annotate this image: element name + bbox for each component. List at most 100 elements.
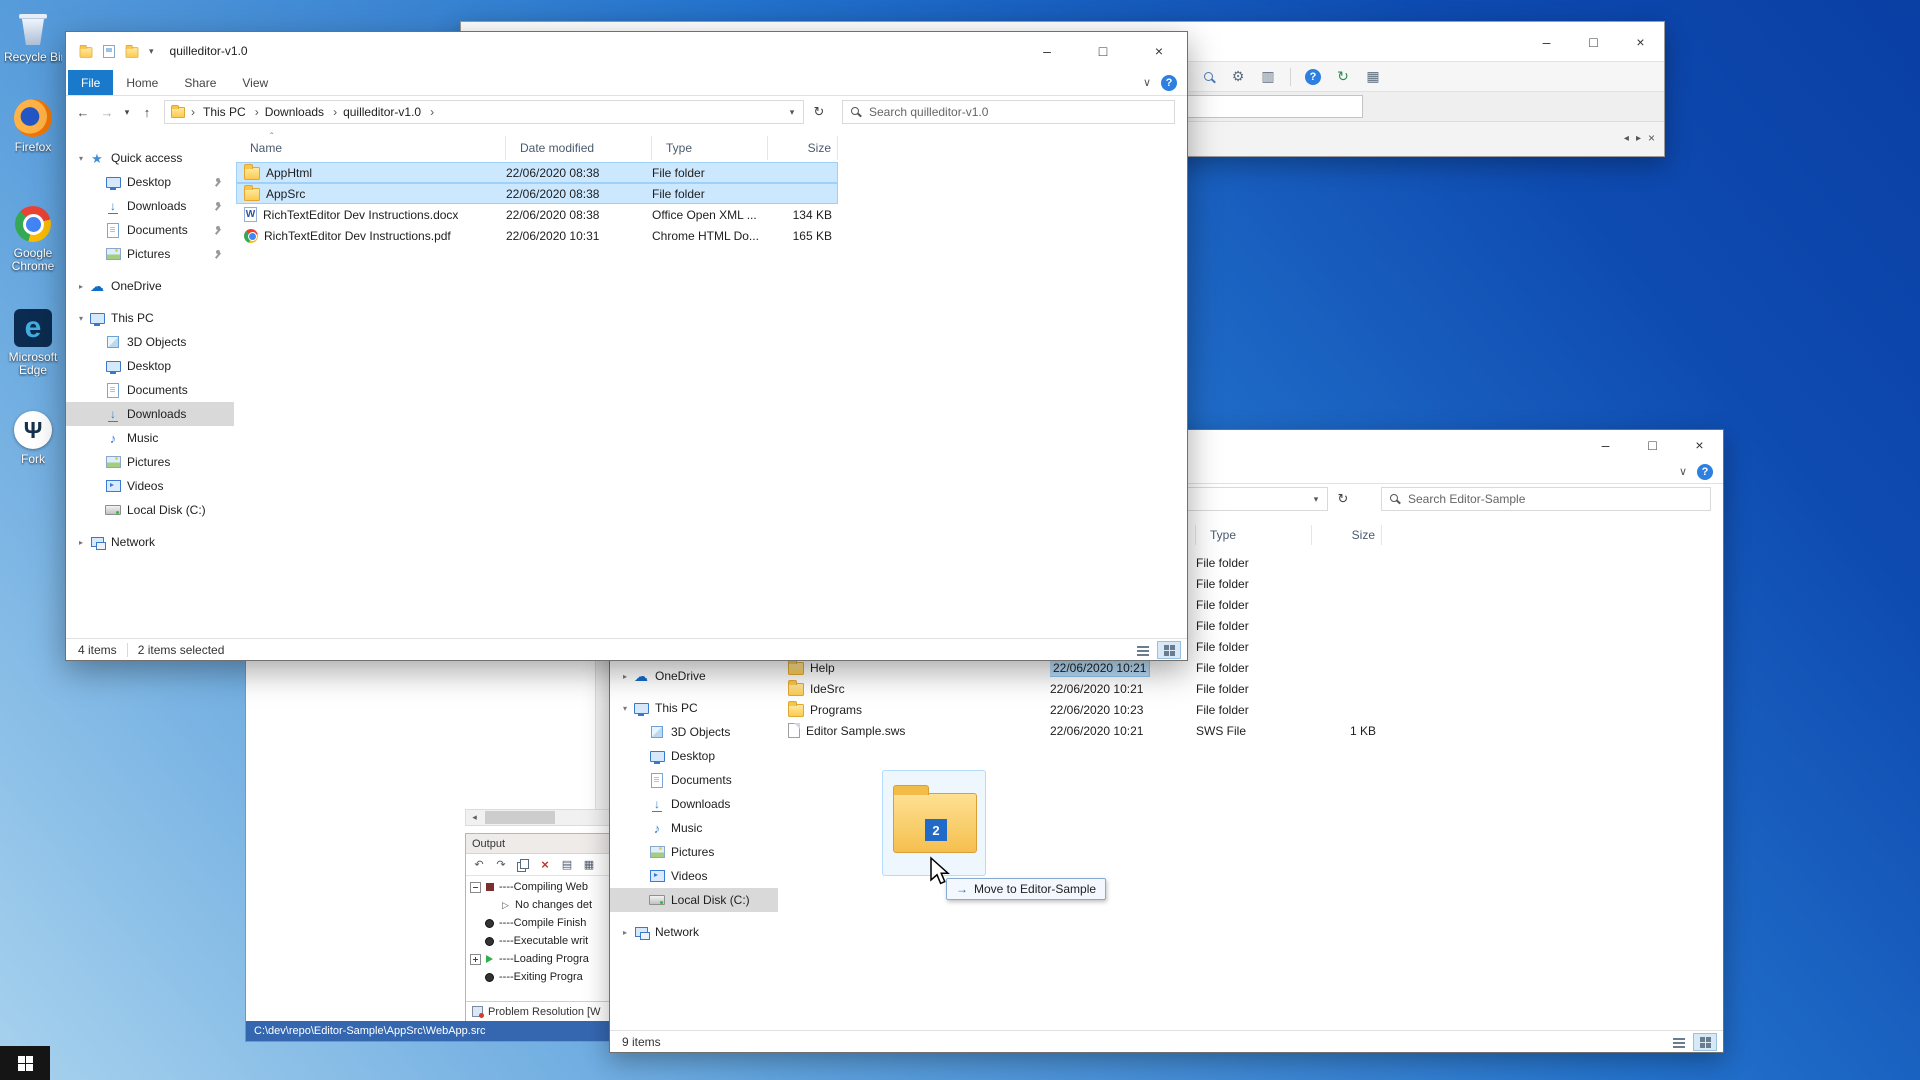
column-header-name[interactable]: Name (236, 136, 506, 160)
output-tree-item[interactable]: ----Exiting Progra (466, 968, 610, 986)
nav-item[interactable]: Videos (66, 474, 234, 498)
ribbon-tab[interactable]: View (229, 70, 281, 95)
nav-item[interactable]: OneDrive (610, 664, 778, 688)
chevron-icon[interactable] (74, 538, 88, 547)
tab-close-icon[interactable]: × (1648, 131, 1655, 145)
nav-item[interactable]: This PC (66, 306, 234, 330)
details-view-button[interactable] (1131, 641, 1155, 659)
desktop-icon[interactable]: Microsoft Edge (4, 308, 62, 377)
columns-icon[interactable]: ▥ (1258, 67, 1278, 87)
file-row[interactable]: Programs 22/06/2020 10:23 File folder (780, 699, 1382, 720)
nav-next-icon[interactable]: ↷ (492, 856, 510, 874)
clear-icon[interactable]: × (536, 856, 554, 874)
output-tree-item[interactable]: ----Compile Finish (466, 914, 610, 932)
nav-previous-icon[interactable]: ↶ (470, 856, 488, 874)
editor-hscrollbar[interactable]: ◂ (465, 809, 610, 826)
file-row[interactable]: IdeSrc 22/06/2020 10:21 File folder (780, 678, 1382, 699)
nav-item[interactable]: Local Disk (C:) (610, 888, 778, 912)
address-box[interactable]: This PC Downloads quilleditor-v1.0 ▾ (164, 100, 804, 124)
chevron-icon[interactable] (74, 282, 88, 291)
column-header-date[interactable]: Date modified (506, 136, 652, 160)
new-folder-icon[interactable] (126, 47, 139, 57)
file-row[interactable]: AppHtml 22/06/2020 08:38 File folder (236, 162, 838, 183)
grid-icon[interactable]: ▦ (1363, 67, 1383, 87)
close-button[interactable]: × (1617, 22, 1664, 61)
breadcrumb-item[interactable]: This PC (199, 105, 261, 119)
desktop-icon[interactable]: Recycle Bin (4, 8, 62, 64)
file-row[interactable]: Editor Sample.sws 22/06/2020 10:21 SWS F… (780, 720, 1382, 741)
nav-item[interactable]: Documents (66, 218, 234, 242)
expander-icon[interactable] (470, 882, 481, 893)
help-icon[interactable]: ? (1697, 464, 1713, 480)
output-tree-item[interactable]: ----Compiling Web (466, 878, 610, 896)
desktop-icon[interactable]: Fork (4, 410, 62, 466)
search-icon[interactable] (1198, 67, 1218, 87)
nav-item[interactable]: Music (66, 426, 234, 450)
help-icon[interactable]: ? (1303, 67, 1323, 87)
chevron-icon[interactable] (618, 928, 632, 937)
file-row[interactable]: AppSrc 22/06/2020 08:38 File folder (236, 183, 838, 204)
search-box[interactable] (842, 100, 1175, 124)
nav-item[interactable]: Downloads (66, 194, 234, 218)
maximize-button[interactable]: □ (1629, 430, 1676, 460)
help-icon[interactable]: ? (1161, 75, 1177, 91)
nav-item[interactable]: Documents (610, 768, 778, 792)
scrollbar-thumb[interactable] (485, 811, 555, 824)
expander-icon[interactable] (470, 936, 481, 947)
column-header-type[interactable]: Type (1196, 525, 1312, 545)
settings-icon[interactable]: ⚙ (1228, 67, 1248, 87)
expander-icon[interactable] (470, 918, 481, 929)
output-tree-item[interactable]: No changes det (466, 896, 610, 914)
properties-icon[interactable] (103, 45, 115, 58)
tab-scroll-left-icon[interactable]: ◂ (1624, 133, 1629, 144)
nav-item[interactable]: Pictures (610, 840, 778, 864)
recent-locations-icon[interactable]: ▾ (120, 101, 134, 123)
copy-icon[interactable] (514, 856, 532, 874)
search-input[interactable] (843, 101, 1174, 123)
details-view-button[interactable] (1667, 1033, 1691, 1051)
maximize-button[interactable]: □ (1075, 32, 1131, 70)
thumbnail-view-button[interactable] (1693, 1033, 1717, 1051)
desktop-icon[interactable]: Google Chrome (4, 204, 62, 273)
nav-item[interactable]: Desktop (66, 170, 234, 194)
nav-item[interactable]: Videos (610, 864, 778, 888)
back-button[interactable]: ← (72, 101, 94, 123)
start-button[interactable] (0, 1046, 50, 1080)
search-input[interactable] (1382, 488, 1710, 510)
chevron-icon[interactable] (74, 154, 88, 163)
column-header-size[interactable]: Size (1312, 525, 1382, 545)
nav-item[interactable]: This PC (610, 696, 778, 720)
address-dropdown-icon[interactable]: ▾ (781, 107, 803, 118)
nav-item[interactable]: Desktop (610, 744, 778, 768)
nav-item[interactable]: Music (610, 816, 778, 840)
scroll-left-icon[interactable]: ◂ (466, 812, 483, 823)
nav-item[interactable]: Downloads (66, 402, 234, 426)
nav-item[interactable]: OneDrive (66, 274, 234, 298)
nav-item[interactable]: Network (610, 920, 778, 944)
file-row[interactable]: RichTextEditor Dev Instructions.docx 22/… (236, 204, 838, 225)
ribbon-collapse-icon[interactable]: ∨ (1679, 465, 1687, 478)
file-row[interactable]: RichTextEditor Dev Instructions.pdf 22/0… (236, 225, 838, 246)
nav-item[interactable]: Documents (66, 378, 234, 402)
ribbon-tab[interactable]: File (68, 70, 113, 95)
output-tree-item[interactable]: ----Loading Progra (466, 950, 610, 968)
column-header-type[interactable]: Type (652, 136, 768, 160)
address-dropdown-icon[interactable]: ▾ (1305, 494, 1327, 505)
expander-icon[interactable] (486, 900, 497, 911)
chevron-icon[interactable] (74, 314, 88, 323)
forward-button[interactable]: → (96, 101, 118, 123)
close-button[interactable]: × (1676, 430, 1723, 460)
ribbon-collapse-icon[interactable]: ∨ (1143, 76, 1151, 89)
expander-icon[interactable] (470, 972, 481, 983)
nav-item[interactable]: 3D Objects (66, 330, 234, 354)
minimize-button[interactable]: – (1523, 22, 1570, 61)
minimize-button[interactable]: – (1582, 430, 1629, 460)
nav-item[interactable]: Downloads (610, 792, 778, 816)
close-button[interactable]: × (1131, 32, 1187, 70)
nav-item[interactable]: Quick access (66, 146, 234, 170)
nav-item[interactable]: Desktop (66, 354, 234, 378)
breadcrumb-item[interactable]: quilleditor-v1.0 (339, 105, 436, 119)
chevron-icon[interactable] (618, 672, 632, 681)
nav-item[interactable]: Network (66, 530, 234, 554)
output-tree-item[interactable]: ----Executable writ (466, 932, 610, 950)
